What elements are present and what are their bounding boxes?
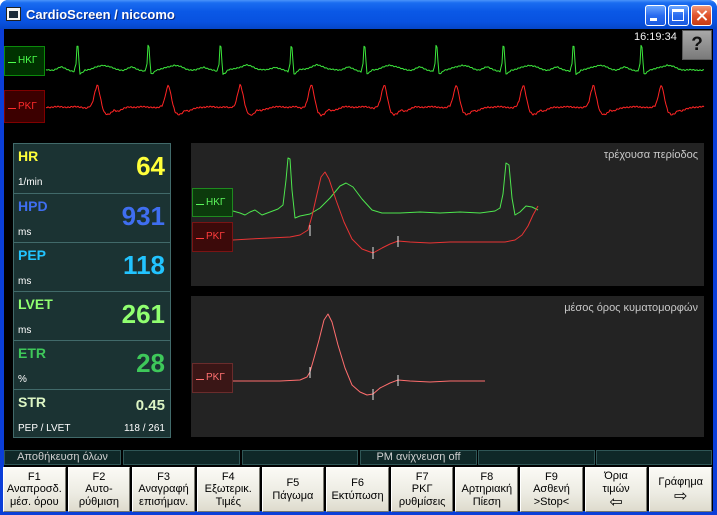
param-unit: ms [18, 276, 32, 287]
fkey-label: F9 [545, 470, 558, 483]
patient-stop-button[interactable]: F9 Ασθενή >Stop< [520, 467, 583, 512]
print-button[interactable]: F6 Εκτύπωση [326, 467, 389, 512]
blood-pressure-button[interactable]: F8 Αρτηριακή Πίεση [455, 467, 519, 512]
fkey-text: Όρια [604, 470, 628, 482]
minimize-icon [650, 18, 657, 21]
title-bar[interactable]: CardioScreen / niccomo [0, 0, 717, 29]
live-ecg-label: ΗΚΓ [4, 46, 45, 76]
param-value: 0.45 [135, 397, 165, 414]
auto-adjust-button[interactable]: F2 Αυτο- ρύθμιση [67, 467, 131, 512]
window-title: CardioScreen / niccomo [26, 7, 175, 22]
param-lvet: LVET ms 261 [14, 291, 170, 340]
param-value: 64 [136, 151, 165, 181]
clock: 16:19:34 [634, 31, 677, 43]
fkey-text: επισήμαν. [139, 495, 189, 508]
fkey-text: Αναπροσδ. [6, 483, 62, 496]
current-ecg-label: ΗΚΓ [192, 188, 233, 217]
cardioscreen-app-icon[interactable] [6, 7, 21, 21]
fkey-text: ρύθμιση [78, 495, 119, 508]
fkey-label: F5 [286, 477, 300, 489]
status-cell [123, 450, 240, 465]
status-text: Αποθήκευση όλων [17, 451, 108, 463]
param-hpd: HPD ms 931 [14, 193, 170, 242]
current-period-panel: τρέχουσα περίοδος [191, 143, 704, 286]
fkey-text: Εκτύπωση [331, 489, 384, 502]
fkey-text: μέσ. όρου [9, 495, 59, 508]
status-cell [242, 450, 358, 465]
fkey-label: F2 [92, 470, 106, 483]
param-pep: PEP ms 118 [14, 242, 170, 291]
param-name: HR [18, 148, 39, 164]
fkey-text: Αρτηριακή [461, 483, 513, 496]
param-unit: PEP / LVET [18, 423, 71, 434]
arrow-left-icon [609, 495, 622, 509]
param-unit: 1/min [18, 177, 43, 188]
minimize-button[interactable] [645, 5, 666, 26]
fkey-text: Πάγωμα [272, 489, 314, 502]
param-value: 261 [121, 299, 165, 329]
average-waveform-panel: μέσος όρος κυματομορφών [191, 296, 704, 437]
arrow-right-icon [674, 489, 687, 503]
fkey-text: Τιμές [215, 495, 241, 508]
value-limits-button[interactable]: Όρια τιμών [584, 467, 648, 512]
icg-settings-button[interactable]: F7 ΡΚΓ ρυθμίσεις [390, 467, 454, 512]
param-value: 28 [136, 348, 165, 378]
param-etr: ETR % 28 [14, 340, 170, 389]
param-name: ETR [18, 345, 46, 361]
fkey-label: F1 [27, 470, 41, 483]
fkey-text: Εξωτερικ. [204, 483, 252, 496]
status-text: PM ανίχνευση off [376, 451, 461, 463]
fkey-label: F6 [351, 477, 364, 489]
close-icon [692, 6, 711, 25]
function-key-bar: F1 Αναπροσδ. μέσ. όρου F2 Αυτο- ρύθμιση … [3, 467, 713, 512]
fkey-text: Αυτο- [85, 483, 113, 496]
graph-button[interactable]: Γράφημα [649, 467, 713, 512]
parameter-panel: HR 1/min 64 HPD ms 931 PEP ms 118 LVET m… [13, 143, 171, 438]
param-value: 118 [123, 250, 165, 280]
param-name: PEP [18, 247, 47, 263]
param-unit: ms [18, 227, 32, 238]
external-values-button[interactable]: F4 Εξωτερικ. Τιμές [196, 467, 260, 512]
fkey-text: Αναγραφή [138, 483, 189, 496]
status-save-all: Αποθήκευση όλων [4, 450, 121, 465]
current-icg-label: ΡΚΓ [192, 222, 233, 252]
status-cell [478, 450, 595, 465]
param-hr: HR 1/min 64 [14, 144, 170, 193]
fkey-text: Πίεση [472, 495, 501, 508]
freeze-button[interactable]: F5 Πάγωμα [261, 467, 325, 512]
param-detail: 118 / 261 [124, 423, 165, 434]
maximize-button[interactable] [668, 5, 689, 26]
current-period-title: τρέχουσα περίοδος [603, 149, 698, 161]
status-pm-detection: PM ανίχνευση off [360, 450, 477, 465]
param-name: LVET [18, 296, 53, 312]
fkey-label: F3 [157, 470, 171, 483]
fkey-text: ΡΚΓ [411, 483, 433, 496]
close-button[interactable] [691, 5, 712, 26]
average-icg-label: ΡΚΓ [192, 363, 233, 393]
param-name: STR [18, 394, 46, 410]
application-window: CardioScreen / niccomo 16:19:34 ? ΗΚΓ ΡΚ… [0, 0, 717, 515]
average-waveform-title: μέσος όρος κυματομορφών [564, 302, 698, 314]
fkey-text: Ασθενή [533, 483, 570, 496]
param-name: HPD [18, 198, 48, 214]
fkey-text: >Stop< [533, 495, 570, 508]
record-marker-button[interactable]: F3 Αναγραφή επισήμαν. [132, 467, 195, 512]
help-button[interactable]: ? [682, 30, 712, 60]
param-value: 931 [121, 201, 165, 231]
param-str: STR 0.45 PEP / LVET 118 / 261 [14, 389, 170, 437]
status-cell [596, 450, 712, 465]
fkey-label: F4 [221, 470, 235, 483]
fkey-text: ρυθμίσεις [398, 495, 446, 508]
fkey-label: F8 [480, 470, 494, 483]
param-unit: % [18, 374, 27, 385]
update-average-button[interactable]: F1 Αναπροσδ. μέσ. όρου [3, 467, 66, 512]
fkey-label: F7 [415, 470, 429, 483]
maximize-icon [672, 9, 684, 21]
param-unit: ms [18, 325, 32, 336]
live-icg-label: ΡΚΓ [4, 90, 45, 123]
